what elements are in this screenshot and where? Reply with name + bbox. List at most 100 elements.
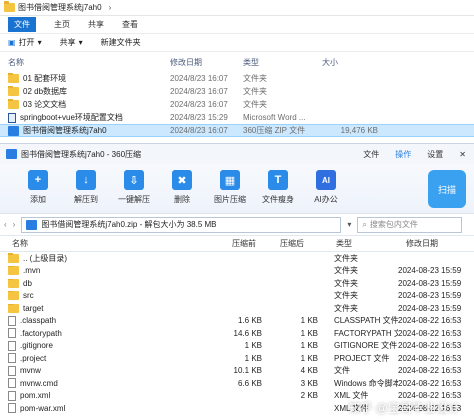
- table-row[interactable]: .classpath 1.6 KB 1 KB CLASSPATH 文件 2024…: [0, 315, 474, 328]
- close-icon[interactable]: ✕: [459, 150, 466, 159]
- file-icon: [8, 353, 16, 364]
- zip-column-header: 名称 压缩前 压缩后 类型 修改日期: [0, 236, 474, 252]
- table-row[interactable]: src 文件夹 2024-08-23 15:59: [0, 290, 474, 303]
- file-type: 文件夹: [243, 87, 267, 96]
- table-row[interactable]: mvnw 10.1 KB 4 KB 文件 2024-08-22 16:53: [0, 365, 474, 378]
- image-compress-button[interactable]: ▦ 图片压缩: [206, 170, 254, 205]
- list-item[interactable]: 03 论文文档 2024/8/23 16:07 文件夹: [0, 98, 474, 111]
- delete-label: 删除: [174, 195, 190, 204]
- menu-share[interactable]: 共享: [88, 19, 104, 30]
- word-document-icon: [8, 112, 16, 123]
- folder-icon: [8, 278, 19, 288]
- menu-home[interactable]: 主页: [54, 19, 70, 30]
- file-date: 2024/8/23 16:07: [170, 126, 228, 135]
- file-name: 02 db数据库: [23, 87, 68, 96]
- new-folder-button[interactable]: 新建文件夹: [97, 36, 145, 49]
- trash-icon: ✖: [172, 170, 192, 190]
- dropdown-icon[interactable]: ▾: [347, 220, 351, 229]
- entry-name: pom.xml: [20, 391, 51, 401]
- table-row[interactable]: .. (上级目录) 文件夹: [0, 252, 474, 265]
- column-name[interactable]: 名称: [12, 238, 232, 249]
- file-date: 2024/8/23 15:29: [170, 113, 228, 122]
- open-label: 打开: [18, 38, 35, 47]
- table-row[interactable]: mvnw.cmd 6.6 KB 3 KB Windows 命令脚本 2024-0…: [0, 377, 474, 390]
- entry-before: 1 KB: [244, 341, 262, 351]
- chevron-down-icon: ▾: [78, 38, 83, 47]
- column-after[interactable]: 压缩后: [280, 238, 336, 249]
- column-size[interactable]: 大小: [322, 57, 384, 68]
- entry-after: 1 KB: [300, 328, 318, 338]
- table-row[interactable]: .project 1 KB 1 KB PROJECT 文件 2024-08-22…: [0, 352, 474, 365]
- zip-window: 图书借阅管理系统j7ah0 - 360压缩 文件 操作 设置 ✕ + 添加 ↓ …: [0, 143, 474, 420]
- share-label: 共享: [59, 38, 76, 47]
- ai-office-label: AI办公: [314, 195, 338, 204]
- open-button[interactable]: ▣ 打开 ▾: [4, 36, 46, 49]
- folder-icon: [8, 73, 19, 83]
- entry-name: pom-war.xml: [20, 403, 66, 413]
- file-date: 2024/8/23 16:07: [170, 74, 228, 83]
- delete-button[interactable]: ✖ 删除: [158, 170, 206, 205]
- file-icon: [8, 315, 16, 326]
- column-date[interactable]: 修改日期: [406, 238, 474, 249]
- column-before[interactable]: 压缩前: [232, 238, 280, 249]
- column-name[interactable]: 名称: [4, 57, 170, 68]
- entry-after: 1 KB: [300, 353, 318, 363]
- entry-date: 2024-08-22 16:53: [398, 366, 462, 376]
- folder-icon: [8, 291, 19, 301]
- zip-file-icon: [8, 125, 19, 136]
- image-icon: ▦: [220, 170, 240, 190]
- scan-label: 扫描: [437, 184, 456, 195]
- explorer-toolbar: ▣ 打开 ▾ 共享 ▾ 新建文件夹: [0, 34, 474, 52]
- file-name: 图书借阅管理系统j7ah0: [23, 126, 107, 135]
- entry-name: .. (上级目录): [23, 253, 67, 263]
- column-type[interactable]: 类型: [243, 57, 322, 68]
- file-size: 19,476 KB: [340, 126, 378, 135]
- entry-before: 10.1 KB: [233, 366, 262, 376]
- entry-name: src: [23, 291, 34, 301]
- menu-view[interactable]: 查看: [122, 19, 138, 30]
- menu-file[interactable]: 文件: [8, 17, 36, 32]
- zip-app-icon: [6, 149, 17, 159]
- share-button[interactable]: 共享 ▾: [56, 36, 87, 49]
- table-row[interactable]: .mvn 文件夹 2024-08-23 15:59: [0, 265, 474, 278]
- table-row[interactable]: db 文件夹 2024-08-23 15:59: [0, 277, 474, 290]
- zip-menu-operate[interactable]: 操作: [395, 149, 411, 160]
- search-input[interactable]: ⌕ 搜索包内文件: [357, 216, 462, 233]
- zip-menu-file[interactable]: 文件: [363, 149, 379, 160]
- file-type: 文件夹: [243, 74, 267, 83]
- address-field[interactable]: 图书借阅管理系统j7ah0.zip - 解包大小为 38.5 MB: [21, 216, 342, 233]
- file-slim-button[interactable]: T 文件瘦身: [254, 170, 302, 205]
- table-row[interactable]: target 文件夹 2024-08-23 15:59: [0, 302, 474, 315]
- list-item-selected[interactable]: 图书借阅管理系统j7ah0 2024/8/23 16:07 360压缩 ZIP …: [0, 124, 474, 137]
- one-click-extract-button[interactable]: ⇩ 一键解压: [110, 170, 158, 205]
- extract-to-button[interactable]: ↓ 解压到: [62, 170, 110, 205]
- forward-icon[interactable]: ›: [13, 220, 16, 229]
- scan-button[interactable]: 扫描: [428, 170, 466, 208]
- entry-before: 6.6 KB: [237, 378, 262, 388]
- list-item[interactable]: 01 配套环境 2024/8/23 16:07 文件夹: [0, 72, 474, 85]
- list-item[interactable]: 02 db数据库 2024/8/23 16:07 文件夹: [0, 85, 474, 98]
- file-icon: [8, 403, 16, 414]
- column-date[interactable]: 修改日期: [170, 57, 243, 68]
- entry-type: PROJECT 文件: [334, 353, 390, 363]
- zip-titlebar: 图书借阅管理系统j7ah0 - 360压缩 文件 操作 设置 ✕: [0, 144, 474, 164]
- column-type[interactable]: 类型: [336, 238, 406, 249]
- entry-before: 1 KB: [244, 353, 262, 363]
- new-folder-label: 新建文件夹: [100, 38, 141, 47]
- zip-title: 图书借阅管理系统j7ah0 - 360压缩: [21, 149, 142, 159]
- entry-name: mvnw.cmd: [20, 378, 58, 388]
- extract-icon: ↓: [76, 170, 96, 190]
- ai-office-button[interactable]: AI AI办公: [302, 170, 350, 205]
- add-button[interactable]: + 添加: [14, 170, 62, 205]
- file-name: 03 论文文档: [23, 100, 67, 109]
- entry-after: 4 KB: [300, 366, 318, 376]
- table-row[interactable]: .factorypath 14.6 KB 1 KB FACTORYPATH 文件…: [0, 327, 474, 340]
- file-icon: [8, 328, 16, 339]
- back-icon[interactable]: ‹: [4, 220, 7, 229]
- add-icon: +: [28, 170, 48, 190]
- zip-address-bar: ‹ › 图书借阅管理系统j7ah0.zip - 解包大小为 38.5 MB ▾ …: [0, 214, 474, 236]
- table-row[interactable]: .gitignore 1 KB 1 KB GITIGNORE 文件 2024-0…: [0, 340, 474, 353]
- folder-icon: [8, 303, 19, 313]
- zip-menu-settings[interactable]: 设置: [427, 149, 443, 160]
- list-item[interactable]: springboot+vue环境配置文档 2024/8/23 15:29 Mic…: [0, 111, 474, 124]
